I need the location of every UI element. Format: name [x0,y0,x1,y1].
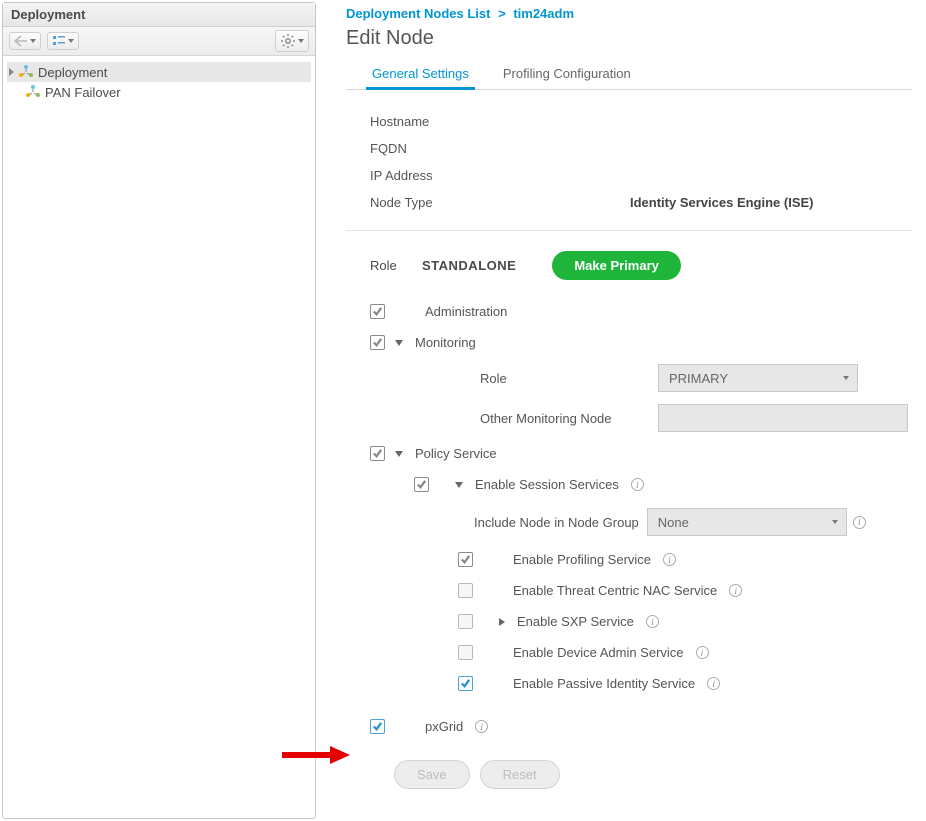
administration-label: Administration [425,304,507,319]
policy-service-checkbox[interactable] [370,446,385,461]
enable-session-label: Enable Session Services [475,477,619,492]
enable-passive-id-checkbox[interactable] [458,676,473,691]
hostname-label: Hostname [370,114,630,129]
include-node-select[interactable]: None [647,508,847,536]
tree-view-button[interactable] [47,32,79,50]
back-button[interactable] [9,32,41,50]
policy-service-label: Policy Service [415,446,497,461]
other-monitoring-input[interactable] [658,404,908,432]
sidebar-title: Deployment [3,3,315,27]
pxgrid-checkbox[interactable] [370,719,385,734]
chevron-down-icon [30,39,36,43]
sidebar-tree: Deployment PAN Failover [3,56,315,818]
expand-icon[interactable] [9,68,14,76]
role-section: Role STANDALONE Make Primary Administrat… [346,231,912,795]
enable-sxp-label: Enable SXP Service [517,614,634,629]
enable-passive-id-label: Enable Passive Identity Service [513,676,695,691]
include-node-value: None [658,515,689,530]
attention-arrow-icon [280,744,350,766]
tab-profiling-configuration[interactable]: Profiling Configuration [501,60,633,89]
other-monitoring-label: Other Monitoring Node [480,411,650,426]
chevron-down-icon[interactable] [395,340,403,346]
enable-profiling-label: Enable Profiling Service [513,552,651,567]
role-label: Role [370,258,410,273]
chevron-down-icon[interactable] [395,451,403,457]
chevron-right-icon[interactable] [499,618,505,626]
info-icon[interactable]: i [475,720,488,733]
sidebar: Deployment Deployment [2,2,316,819]
fqdn-label: FQDN [370,141,630,156]
include-node-label: Include Node in Node Group [474,515,639,530]
save-button[interactable]: Save [394,760,470,789]
info-icon[interactable]: i [663,553,676,566]
ip-address-label: IP Address [370,168,630,183]
node-info-section: Hostname FQDN IP Address Node Type Ident… [346,90,912,231]
info-icon[interactable]: i [696,646,709,659]
tree-item-label: PAN Failover [45,85,121,100]
node-type-label: Node Type [370,195,630,210]
enable-device-admin-label: Enable Device Admin Service [513,645,684,660]
tabs: General Settings Profiling Configuration [346,60,912,90]
node-icon [25,84,41,100]
chevron-down-icon [832,520,838,524]
tree-item-deployment[interactable]: Deployment [7,62,311,82]
tree-item-pan-failover[interactable]: PAN Failover [7,82,311,102]
settings-button[interactable] [275,30,309,52]
administration-checkbox[interactable] [370,304,385,319]
enable-device-admin-checkbox[interactable] [458,645,473,660]
info-icon[interactable]: i [707,677,720,690]
enable-tcnac-label: Enable Threat Centric NAC Service [513,583,717,598]
make-primary-button[interactable]: Make Primary [552,251,681,280]
info-icon[interactable]: i [646,615,659,628]
enable-profiling-checkbox[interactable] [458,552,473,567]
monitoring-label: Monitoring [415,335,476,350]
page-title: Edit Node [346,27,912,50]
enable-tcnac-checkbox[interactable] [458,583,473,598]
reset-button[interactable]: Reset [480,760,560,789]
enable-sxp-checkbox[interactable] [458,614,473,629]
monitoring-role-select[interactable]: PRIMARY [658,364,858,392]
node-icon [18,64,34,80]
monitoring-role-label: Role [480,371,650,386]
chevron-down-icon [298,39,304,43]
breadcrumb-current: tim24adm [513,6,574,21]
role-value: STANDALONE [422,258,516,273]
breadcrumb-root[interactable]: Deployment Nodes List [346,6,490,21]
info-icon[interactable]: i [631,478,644,491]
chevron-down-icon [843,376,849,380]
tree-item-label: Deployment [38,65,107,80]
enable-session-checkbox[interactable] [414,477,429,492]
chevron-down-icon[interactable] [455,482,463,488]
pxgrid-label: pxGrid [425,719,463,734]
node-type-value: Identity Services Engine (ISE) [630,195,814,210]
monitoring-role-value: PRIMARY [669,371,728,386]
gear-icon [280,33,296,49]
chevron-down-icon [68,39,74,43]
monitoring-checkbox[interactable] [370,335,385,350]
info-icon[interactable]: i [853,516,866,529]
info-icon[interactable]: i [729,584,742,597]
sidebar-toolbar [3,27,315,56]
tab-general-settings[interactable]: General Settings [370,60,471,89]
main-panel: Deployment Nodes List > tim24adm Edit No… [316,0,926,821]
breadcrumb-separator: > [498,6,506,21]
breadcrumb: Deployment Nodes List > tim24adm [346,6,912,21]
